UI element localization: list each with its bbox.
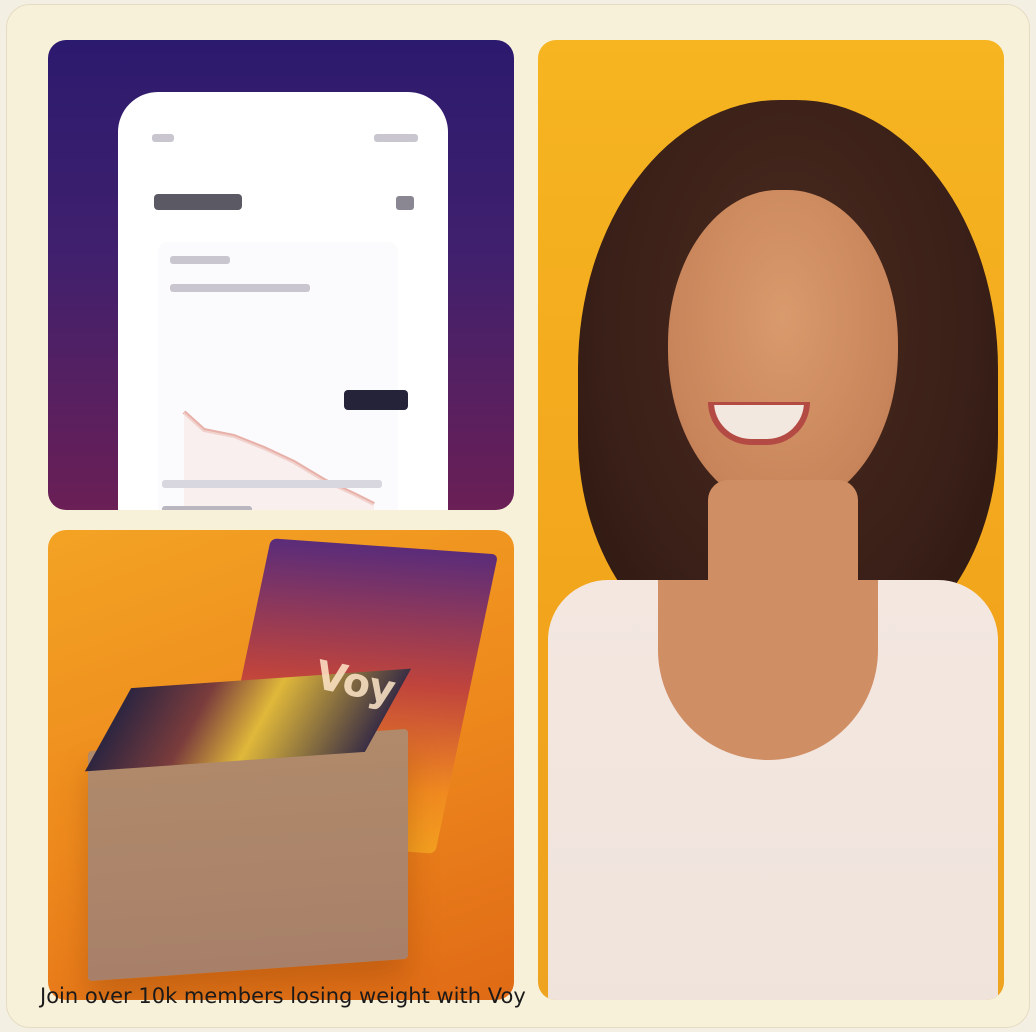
phone-mockup (118, 92, 448, 510)
screen-title-placeholder (154, 194, 242, 210)
product-box-tile (48, 530, 514, 1000)
card-subheading (170, 284, 310, 292)
status-bar-time (152, 134, 174, 142)
chart-footnote (162, 506, 252, 510)
box-body (84, 668, 412, 982)
chart-axis-labels (162, 480, 382, 488)
ad-caption[interactable]: Join over 10k members losing weight with… (40, 984, 526, 1008)
card-heading (170, 256, 230, 264)
status-bar-icons (374, 134, 418, 142)
weight-trend-chart (182, 410, 375, 510)
portrait-face (668, 190, 898, 510)
app-progress-screenshot-tile (48, 40, 514, 510)
screen-badge (396, 196, 414, 210)
member-portrait-tile (538, 40, 1004, 1000)
